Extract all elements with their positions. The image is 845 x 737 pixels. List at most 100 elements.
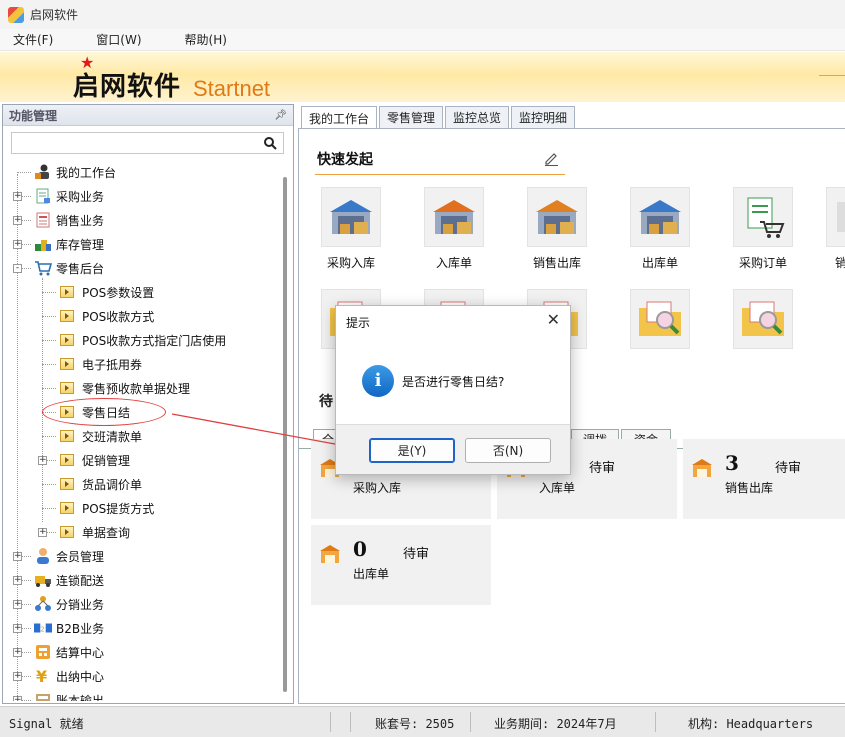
tree-item[interactable]: 电子抵用券 (60, 354, 142, 374)
function-search-input[interactable] (12, 133, 252, 153)
warehouse-truck-icon (527, 187, 587, 247)
tree-item-label: POS提货方式 (82, 501, 155, 516)
menu-file[interactable]: 文件(F) (13, 31, 53, 48)
tree-item[interactable]: 会员管理 (34, 546, 104, 566)
close-icon[interactable]: ✕ (547, 310, 560, 329)
order-cart-icon (733, 187, 793, 247)
form-item-icon (60, 286, 74, 298)
todo-card[interactable]: 3 待审 销售出库 (683, 439, 845, 519)
dialog-body: i 是否进行零售日结? (336, 336, 570, 424)
quick-start-item[interactable]: 入库单 (414, 187, 494, 271)
tree-expander[interactable]: - (13, 264, 22, 273)
tree-expander[interactable]: + (13, 648, 22, 657)
tree-item-label: 采购业务 (56, 189, 105, 204)
tree-item[interactable]: 结算中心 (34, 642, 104, 662)
tree-item[interactable]: 零售后台 (34, 258, 104, 278)
function-tree: 我的工作台 + 采购业务 + 销售业务 + 库存管理 - 零售后台 POS参数设置 POS收款方式 P… (3, 161, 283, 701)
menu-help[interactable]: 帮助(H) (185, 31, 227, 48)
tab-monitor-detail[interactable]: 监控明细 (511, 106, 576, 128)
tab-retail-management[interactable]: 零售管理 (379, 106, 444, 128)
tree-item[interactable]: 销售业务 (34, 210, 104, 230)
status-separator (470, 712, 471, 732)
quick-start-item[interactable]: 销 (826, 187, 845, 271)
tree-expander[interactable]: + (38, 528, 47, 537)
search-icon[interactable] (263, 136, 277, 150)
quick-start-item[interactable]: 采购入库 (311, 187, 391, 271)
tree-guide-line (42, 364, 56, 365)
partial-icon (826, 187, 845, 247)
form-item-icon (60, 334, 74, 346)
quick-start-item[interactable] (723, 289, 803, 349)
tree-expander[interactable]: + (13, 552, 22, 561)
form-item-icon (60, 478, 74, 490)
tree-item-label: 促销管理 (82, 453, 131, 468)
tree-item-label: POS收款方式 (82, 309, 155, 324)
tree-item[interactable]: POS收款方式 (60, 306, 154, 326)
status-org: 机构: Headquarters (688, 717, 814, 731)
tree-expander[interactable]: + (13, 672, 22, 681)
tree-item[interactable]: ¥ 出纳中心 (34, 666, 104, 686)
yes-button[interactable]: 是(Y) (369, 438, 455, 463)
tree-item[interactable]: 分销业务 (34, 594, 104, 614)
no-button[interactable]: 否(N) (465, 438, 551, 463)
tree-guide-line (17, 174, 18, 701)
tree-item[interactable]: POS参数设置 (60, 282, 154, 302)
pin-icon[interactable]: 📌︎ (274, 110, 287, 121)
tree-item[interactable]: 交班清款单 (60, 426, 142, 446)
quick-start-label: 入库单 (435, 256, 472, 270)
quick-start-item[interactable]: 出库单 (620, 187, 700, 271)
tree-item-label: POS收款方式指定门店使用 (82, 333, 227, 348)
status-bar: Signal 就绪 账套号: 2505 业务期间: 2024年7月 机构: He… (0, 706, 845, 737)
distribution-icon (34, 595, 52, 613)
menu-window[interactable]: 窗口(W) (96, 31, 141, 48)
tree-expander[interactable]: + (13, 240, 22, 249)
tree-expander[interactable]: + (13, 624, 22, 633)
tree-item[interactable]: 货品调价单 (60, 474, 142, 494)
member-icon (34, 547, 52, 565)
tree-expander[interactable]: + (13, 192, 22, 201)
tree-item[interactable]: 连锁配送 (34, 570, 104, 590)
purchase-icon (34, 187, 52, 205)
tree-expander[interactable]: + (13, 576, 22, 585)
main-tabs: 我的工作台 零售管理 监控总览 监控明细 (301, 106, 577, 129)
todo-status: 待审 (403, 547, 430, 562)
warehouse-icon (320, 545, 340, 563)
edit-pencil-icon[interactable] (543, 150, 559, 166)
tree-item[interactable]: 零售预收款单据处理 (60, 378, 190, 398)
tree-item-label: B2B业务 (56, 621, 105, 636)
tree-guide-line (17, 172, 31, 173)
tab-monitor-overview[interactable]: 监控总览 (445, 106, 510, 128)
tree-item[interactable]: 我的工作台 (34, 162, 116, 182)
tree-scrollbar[interactable] (283, 177, 287, 692)
todo-name: 采购入库 (353, 481, 402, 495)
tree-item[interactable]: 库存管理 (34, 234, 104, 254)
inventory-icon (34, 235, 52, 253)
app-logo-icon (8, 6, 24, 23)
todo-card[interactable]: 0 待审 出库单 (311, 525, 491, 605)
tree-item-label: 零售后台 (56, 261, 105, 276)
quick-start-item[interactable]: 销售出库 (517, 187, 597, 271)
tree-expander[interactable]: + (13, 600, 22, 609)
tree-item[interactable]: 采购业务 (34, 186, 104, 206)
tree-item[interactable]: 2 B2B业务 (34, 618, 104, 638)
quick-start-label: 销售出库 (532, 256, 581, 270)
tree-item[interactable]: POS收款方式指定门店使用 (60, 330, 226, 350)
retail-cart-icon (34, 259, 52, 277)
tree-expander[interactable]: + (13, 216, 22, 225)
tree-item[interactable]: 账本输出 (34, 690, 104, 701)
quick-start-item[interactable]: 采购订单 (723, 187, 803, 271)
tree-item[interactable]: 单据查询 (60, 522, 130, 542)
form-item-icon (60, 502, 74, 514)
quick-start-title: 快速发起 (317, 152, 373, 168)
tree-item-label: 交班清款单 (82, 429, 143, 444)
brand-name-en: Startnet (193, 76, 271, 101)
tree-expander[interactable]: + (13, 696, 22, 701)
tree-item-label: 会员管理 (56, 549, 105, 564)
confirm-dialog: 提示 ✕ i 是否进行零售日结? 是(Y) 否(N) (335, 305, 571, 475)
tree-item[interactable]: 促销管理 (60, 450, 130, 470)
tree-item[interactable]: POS提货方式 (60, 498, 154, 518)
svg-text:¥: ¥ (36, 667, 47, 685)
quick-start-item[interactable] (620, 289, 700, 349)
tab-my-workbench[interactable]: 我的工作台 (301, 106, 378, 129)
tree-expander[interactable]: + (38, 456, 47, 465)
